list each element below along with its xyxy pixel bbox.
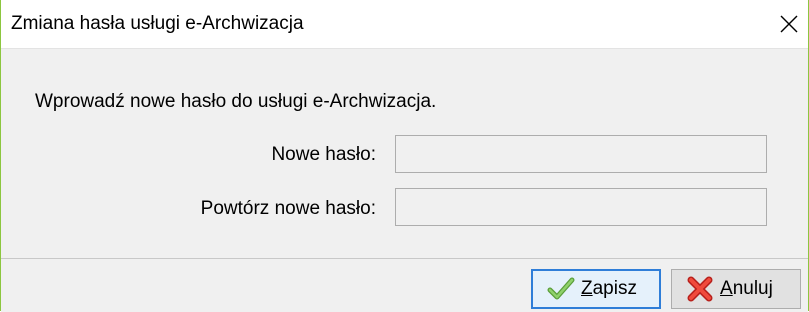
red-x-icon: [687, 276, 713, 302]
title-bar[interactable]: Zmiana hasła usługi e-Archwizacja: [1, 0, 808, 49]
repeat-password-label: Powtórz nowe hasło:: [200, 198, 376, 219]
cancel-button[interactable]: Anuluj: [671, 269, 801, 309]
new-password-field[interactable]: [395, 135, 767, 173]
new-password-label: Nowe hasło:: [271, 144, 376, 165]
save-button-label: Zapisz: [581, 278, 637, 299]
dialog-body: Wprowadź nowe hasło do usługi e-Archwiza…: [1, 49, 808, 257]
window-title: Zmiana hasła usługi e-Archwizacja: [11, 13, 304, 34]
cancel-button-label: Anuluj: [720, 278, 773, 299]
dialog-window: Zmiana hasła usługi e-Archwizacja Wprowa…: [0, 0, 809, 312]
button-bar: Zapisz Anuluj: [1, 258, 808, 312]
save-button[interactable]: Zapisz: [531, 269, 661, 309]
checkmark-icon: [547, 277, 575, 300]
close-button[interactable]: [768, 0, 808, 48]
instruction-text: Wprowadź nowe hasło do usługi e-Archwiza…: [35, 91, 437, 112]
repeat-password-field[interactable]: [395, 188, 767, 226]
close-icon: [780, 15, 798, 33]
